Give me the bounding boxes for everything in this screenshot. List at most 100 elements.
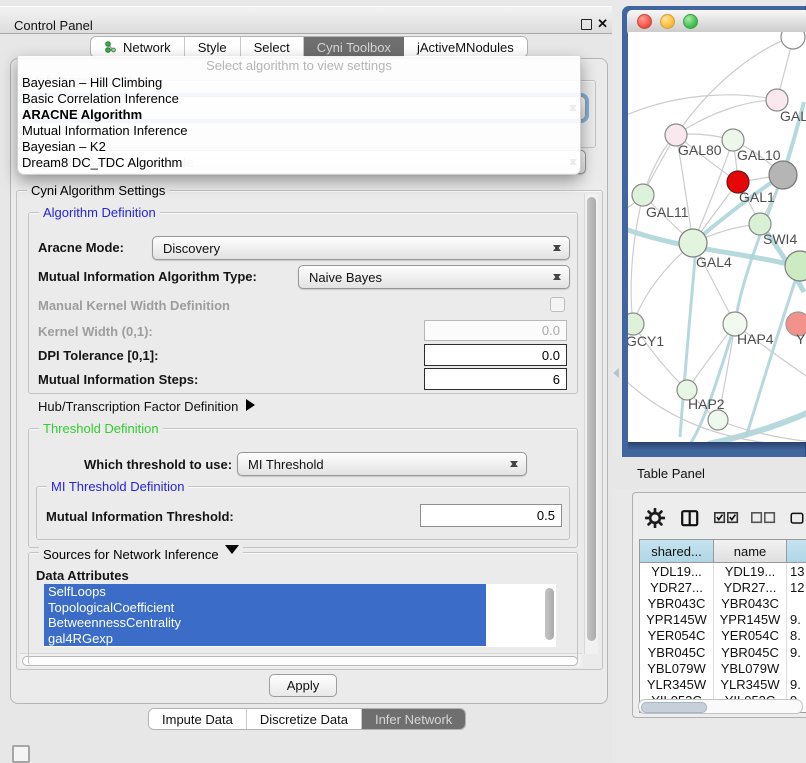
node[interactable] [785,251,806,281]
table-cell[interactable]: YDR27... [640,579,714,595]
tab-cyni-toolbox[interactable]: Cyni Toolbox [304,37,404,57]
table-cell[interactable]: YPR145W [640,612,714,628]
table-cell[interactable]: YLR345W [714,676,787,692]
hscroll-thumb[interactable] [641,702,707,713]
tab-discretize-data[interactable]: Discretize Data [247,709,362,729]
manual-kernel-checkbox[interactable] [550,297,565,312]
table-row[interactable]: YDL19...YDL19...13 [640,563,806,579]
table-cell[interactable]: YER054C [640,628,714,644]
algorithm-option[interactable]: Bayesian – Hill Climbing [18,75,580,91]
table-cell[interactable]: 13 [787,563,806,579]
add-function-icon[interactable] [790,509,804,528]
table-cell[interactable]: YDL19... [640,563,714,579]
node[interactable] [781,32,805,49]
minimized-panel-icon[interactable] [12,745,30,763]
kernel-width-field[interactable]: 0.0 [424,320,567,341]
table-cell[interactable]: YDL19... [714,563,787,579]
table-row[interactable]: YBR043CYBR043C [640,595,806,611]
mi-threshold-field[interactable]: 0.5 [420,504,562,527]
network-edge [676,100,777,135]
vscroll-thumb[interactable] [587,197,596,641]
node-GAL4[interactable] [679,229,707,257]
table-cell[interactable]: 9. [787,676,806,692]
tab-select[interactable]: Select [241,37,304,57]
float-window-icon[interactable] [581,19,592,30]
settings-vscrollbar[interactable] [584,194,598,654]
algorithm-option[interactable]: ARACNE Algorithm [18,107,580,123]
table-hscrollbar[interactable] [638,699,803,714]
tab-style[interactable]: Style [185,37,241,57]
list-vscroll-thumb[interactable] [545,588,554,640]
tab-infer-network[interactable]: Infer Network [362,709,465,729]
dpi-tolerance-field[interactable]: 0.0 [424,344,567,366]
tab-impute-data[interactable]: Impute Data [149,709,247,729]
table-row[interactable]: YBR045CYBR045C9. [640,644,806,660]
table-cell[interactable]: YPR145W [714,612,787,628]
gear-icon[interactable] [645,508,665,528]
node-GCY1[interactable] [628,313,644,335]
table-cell[interactable] [787,595,806,611]
select-all-columns-icon[interactable] [714,512,739,524]
table-cell[interactable] [787,660,806,676]
attribute-list-item[interactable]: TopologicalCoefficient [44,600,486,616]
group-title: Sources for Network Inference [43,547,219,562]
sources-expander[interactable]: Sources for Network Inference [39,545,243,562]
which-threshold-combo[interactable]: MI Threshold [237,452,527,476]
table-cell[interactable]: 9. [787,644,806,660]
node-GAL11[interactable] [632,184,654,206]
algorithm-option[interactable]: Basic Correlation Inference [18,91,580,107]
table-row[interactable]: YPR145WYPR145W9. [640,612,806,628]
algorithm-option[interactable]: Bayesian – K2 [18,139,580,155]
attribute-list-item[interactable]: gal4RGexp [44,631,486,647]
mi-steps-field[interactable]: 6 [424,368,567,390]
table-cell[interactable]: YBR043C [714,595,787,611]
tab-label: Discretize Data [260,712,348,727]
table-cell[interactable]: YBR045C [714,644,787,660]
table-row[interactable]: YER054CYER054C8. [640,628,806,644]
table-cell[interactable]: YBL079W [640,660,714,676]
table-row[interactable]: YBL079WYBL079W [640,660,806,676]
column-header-name[interactable]: name [714,540,787,562]
table-row[interactable]: YLR345WYLR345W9. [640,676,806,692]
close-icon[interactable]: ✕ [597,16,608,32]
column-header-shared-name[interactable]: shared... [640,540,714,562]
table-cell[interactable]: YLR345W [640,676,714,692]
data-attributes-list[interactable]: SelfLoopsTopologicalCoefficientBetweenne… [44,584,556,647]
algorithm-option[interactable]: Mutual Information Inference [18,123,580,139]
apply-button[interactable]: Apply [269,674,337,697]
tab-network[interactable]: Network [91,37,185,57]
algorithm-option[interactable]: Dream8 DC_TDC Algorithm [18,155,580,171]
table-cell[interactable]: YBR045C [640,644,714,660]
network-canvas[interactable]: GALGAL80GAL10GAL1GAL11SWI4GAL4GCY1HAP4YH… [628,32,806,442]
tab-jactivemnodules[interactable]: jActiveMNodules [404,37,527,57]
network-window-titlebar[interactable] [627,10,806,33]
table-cell[interactable]: YBL079W [714,660,787,676]
dropdown-placeholder: Select algorithm to view settings [18,56,580,75]
table-cell[interactable]: YER054C [714,628,787,644]
field-value: 0.0 [542,348,560,363]
node[interactable] [708,410,728,430]
deselect-all-columns-icon[interactable] [751,512,776,524]
splitpane-collapse-icon[interactable] [608,368,619,378]
table-cell[interactable]: YBR043C [640,595,714,611]
table-cell[interactable]: 9. [787,612,806,628]
mi-type-combo[interactable]: Naive Bayes [298,265,570,289]
field-value: 0.0 [542,323,560,338]
column-header-clipped[interactable] [787,540,806,562]
split-columns-icon[interactable] [681,510,699,527]
table-cell[interactable]: YDR27... [714,579,787,595]
hub-definition-expander[interactable]: Hub/Transcription Factor Definition [38,399,261,414]
node-gray[interactable] [769,161,797,189]
attribute-list-item[interactable]: BetweennessCentrality [44,615,486,631]
minimize-traffic-light[interactable] [660,14,675,29]
table-cell[interactable]: 8. [787,628,806,644]
tab-label: Style [198,40,227,55]
close-traffic-light[interactable] [637,14,652,29]
attribute-list-item[interactable]: SelfLoops [44,584,486,600]
node-label: GAL10 [737,147,781,163]
table-cell[interactable]: 12 [787,579,806,595]
cyni-bottom-tabbar: Impute Data Discretize Data Infer Networ… [148,708,466,730]
aracne-mode-combo[interactable]: Discovery [152,236,570,260]
table-row[interactable]: YDR27...YDR27...12 [640,579,806,595]
zoom-traffic-light[interactable] [683,14,698,29]
